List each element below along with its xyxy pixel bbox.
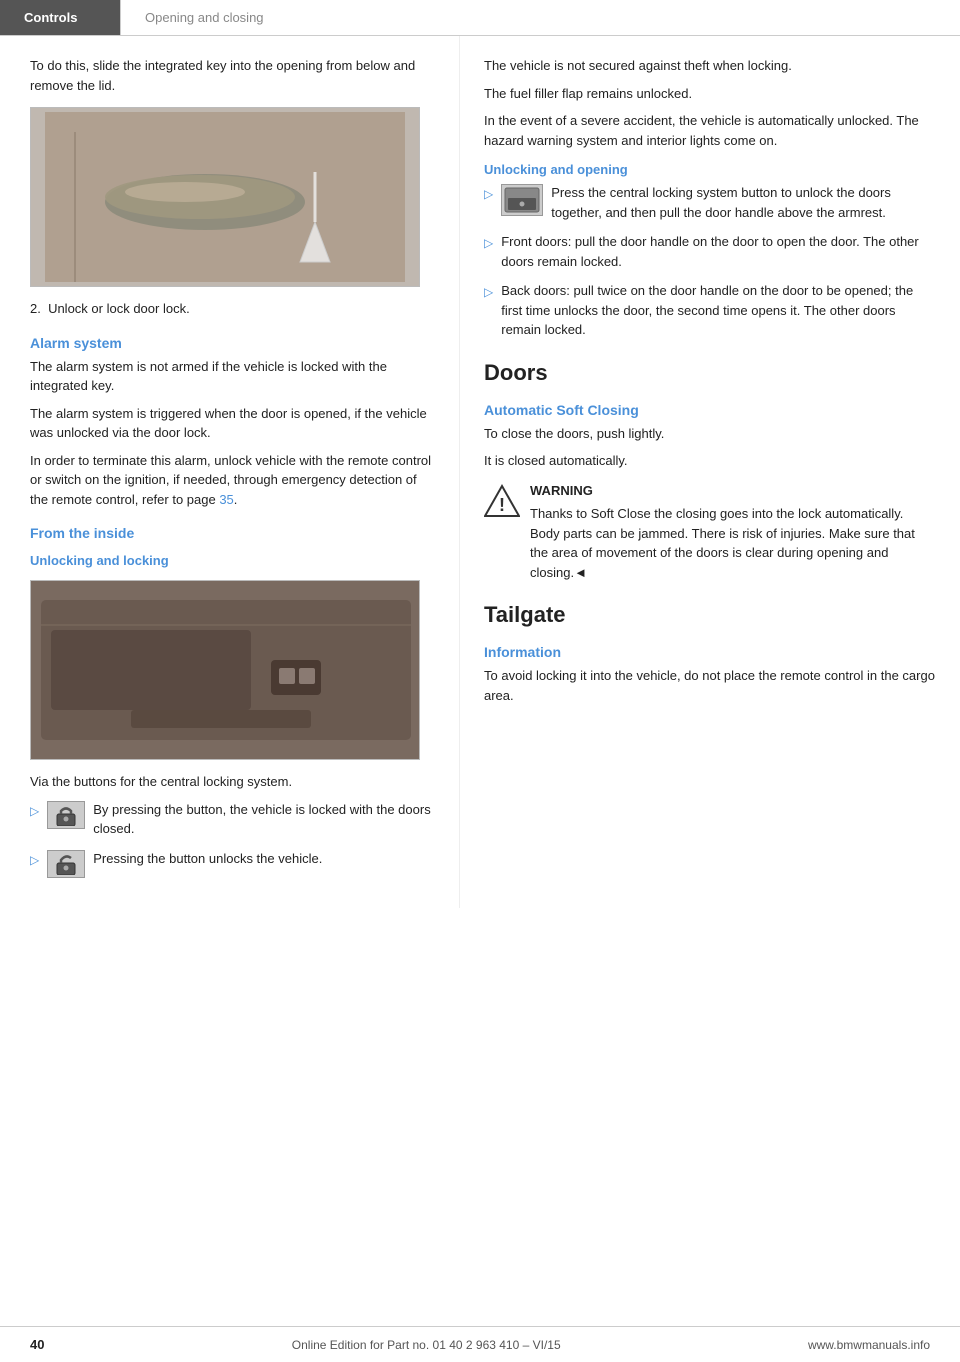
- online-edition-text: Online Edition for Part no. 01 40 2 963 …: [292, 1338, 561, 1352]
- intro-text: To do this, slide the integrated key int…: [30, 56, 435, 95]
- unlocking-locking-heading: Unlocking and locking: [30, 553, 435, 568]
- central-lock-svg: [503, 186, 541, 214]
- alarm-p1: The alarm system is not armed if the veh…: [30, 357, 435, 396]
- tailgate-heading: Tailgate: [484, 602, 936, 628]
- header: Controls Opening and closing: [0, 0, 960, 36]
- doors-heading: Doors: [484, 360, 936, 386]
- main-content: To do this, slide the integrated key int…: [0, 36, 960, 908]
- bullet-unlock-item: ▷ Pressing the button unlocks the vehicl…: [30, 849, 435, 878]
- tailgate-info: To avoid locking it into the vehicle, do…: [484, 666, 936, 705]
- header-chapter-tab: Opening and closing: [120, 0, 288, 35]
- bullet-arrow-3: ▷: [484, 185, 493, 203]
- left-column: To do this, slide the integrated key int…: [0, 36, 460, 908]
- lock-open-icon: [47, 850, 85, 878]
- interior-svg: [31, 580, 419, 760]
- interior-image: [30, 580, 420, 760]
- warning-text: Thanks to Soft Close the closing goes in…: [530, 506, 915, 580]
- bullet-unlock-text: Pressing the button unlocks the vehicle.: [93, 849, 322, 869]
- lock-open-svg: [53, 853, 79, 875]
- bullet-back-item: ▷ Back doors: pull twice on the door han…: [484, 281, 936, 340]
- door-handle-image: [30, 107, 420, 287]
- alarm-link[interactable]: 35: [219, 492, 233, 507]
- lock-closed-icon: [47, 801, 85, 829]
- bullet-arrow-2: ▷: [30, 851, 39, 869]
- soft-p1: To close the doors, push lightly.: [484, 424, 936, 444]
- bullet-back-text: Back doors: pull twice on the door handl…: [501, 281, 936, 340]
- bullet-central-text: Press the central locking system button …: [551, 183, 936, 222]
- bullet-lock-item: ▷ By pressing the button, the vehicle is…: [30, 800, 435, 839]
- alarm-p3: In order to terminate this alarm, unlock…: [30, 451, 435, 510]
- accident-text: In the event of a severe accident, the v…: [484, 111, 936, 150]
- website-text: www.bmwmanuals.info: [808, 1338, 930, 1352]
- alarm-system-heading: Alarm system: [30, 335, 435, 351]
- bullet-arrow-4: ▷: [484, 234, 493, 252]
- warning-triangle-svg: !: [484, 483, 520, 519]
- information-heading: Information: [484, 644, 936, 660]
- auto-soft-heading: Automatic Soft Closing: [484, 402, 936, 418]
- step2-text: 2. Unlock or lock door lock.: [30, 299, 435, 319]
- bullet-front-item: ▷ Front doors: pull the door handle on t…: [484, 232, 936, 271]
- svg-text:!: !: [499, 495, 505, 515]
- via-buttons-text: Via the buttons for the central locking …: [30, 772, 435, 792]
- alarm-p2: The alarm system is triggered when the d…: [30, 404, 435, 443]
- footer: 40 Online Edition for Part no. 01 40 2 9…: [0, 1326, 960, 1362]
- door-handle-image-inner: [31, 108, 419, 286]
- from-inside-heading: From the inside: [30, 525, 435, 541]
- warning-triangle-icon: !: [484, 483, 520, 522]
- warning-content: WARNING Thanks to Soft Close the closing…: [530, 481, 936, 583]
- header-controls-tab: Controls: [0, 0, 120, 35]
- warning-box: ! WARNING Thanks to Soft Close the closi…: [484, 481, 936, 583]
- controls-label: Controls: [24, 10, 77, 25]
- warning-title: WARNING: [530, 481, 936, 501]
- bullet-front-text: Front doors: pull the door handle on the…: [501, 232, 936, 271]
- fuel-text: The fuel filler flap remains unlocked.: [484, 84, 936, 104]
- theft-text: The vehicle is not secured against theft…: [484, 56, 936, 76]
- bullet-arrow-1: ▷: [30, 802, 39, 820]
- unlocking-opening-heading: Unlocking and opening: [484, 162, 936, 177]
- lock-closed-svg: [53, 804, 79, 826]
- bullet-lock-text: By pressing the button, the vehicle is l…: [93, 800, 435, 839]
- chapter-label: Opening and closing: [145, 10, 264, 25]
- door-handle-svg: [45, 112, 405, 282]
- bullet-arrow-5: ▷: [484, 283, 493, 301]
- page-number: 40: [30, 1337, 44, 1352]
- central-lock-icon: [501, 184, 543, 216]
- bullet-central-item: ▷ Press the central locking system butto…: [484, 183, 936, 222]
- right-column: The vehicle is not secured against theft…: [460, 36, 960, 908]
- soft-p2: It is closed automatically.: [484, 451, 936, 471]
